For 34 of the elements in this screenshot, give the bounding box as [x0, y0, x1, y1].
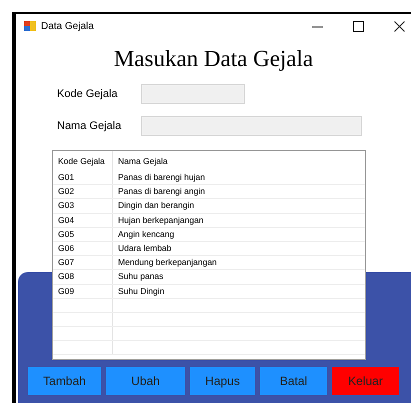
maximize-icon[interactable]	[353, 20, 364, 32]
table-cell-text: Mendung berkepanjangan	[117, 256, 218, 270]
table-cell: G03	[53, 199, 113, 213]
action-button[interactable]: Hapus	[190, 367, 255, 395]
table-cell: G08	[53, 270, 113, 284]
action-button[interactable]: Tambah	[28, 367, 101, 395]
table-cell-text: Panas di barengi angin	[117, 185, 206, 198]
table-cell: G05	[53, 228, 113, 241]
table-cell-text: Suhu Dingin	[117, 284, 166, 298]
action-button[interactable]: Batal	[260, 367, 327, 395]
window-title: Data Gejala	[41, 20, 94, 32]
action-button[interactable]: Keluar	[332, 367, 399, 395]
table-cell: G04	[53, 214, 113, 227]
column-header[interactable]: Nama Gejala	[113, 151, 365, 171]
table-cell: G07	[53, 256, 113, 270]
field-label: Kode Gejala	[57, 88, 119, 100]
table-cell-text: Dingin dan berangin	[117, 199, 196, 212]
field-label: Nama Gejala	[57, 120, 122, 132]
action-button[interactable]: Ubah	[106, 367, 185, 395]
table-cell-text: Udara lembab	[117, 242, 172, 255]
table-cell-text: Panas di barengi hujan	[117, 171, 206, 184]
column-header[interactable]: Kode Gejala	[53, 151, 113, 171]
form-heading: Masukan Data Gejala	[112, 45, 314, 73]
table-cell: G06	[53, 242, 113, 256]
table-cell: G01	[53, 171, 113, 184]
table-cell: G09	[53, 284, 113, 298]
input-field[interactable]	[141, 116, 362, 136]
input-field[interactable]	[141, 84, 245, 104]
table-cell: G02	[53, 185, 113, 198]
app-icon	[24, 21, 36, 31]
table-cell-text: Suhu panas	[117, 270, 164, 284]
table-cell-text: Angin kencang	[117, 228, 176, 241]
close-icon[interactable]	[394, 20, 405, 32]
table-cell-text: Hujan berkepanjangan	[117, 214, 205, 227]
